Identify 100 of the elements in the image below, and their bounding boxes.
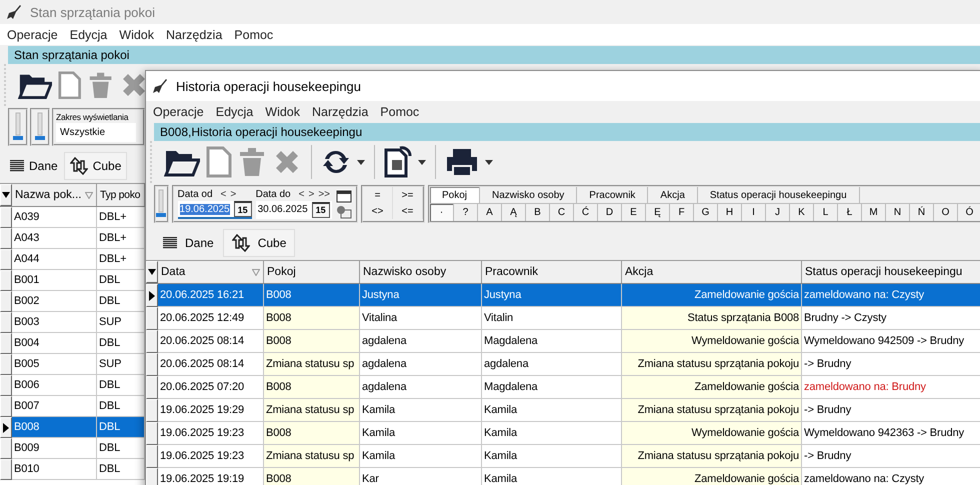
table-cell[interactable]: 20.06.2025 07:20 (158, 376, 264, 399)
column-header[interactable]: Data (158, 261, 264, 283)
menu-item[interactable]: Edycja (64, 28, 112, 42)
table-cell[interactable]: DBL (97, 417, 145, 438)
view-tab[interactable]: Cube (222, 229, 296, 257)
calendar-button[interactable]: 15 (234, 201, 252, 217)
table-cell[interactable]: B008 (12, 417, 97, 438)
menu-item[interactable]: Widok (114, 28, 159, 42)
table-cell[interactable]: B008 (264, 307, 360, 330)
range-field[interactable]: Wszystkie (56, 123, 136, 142)
calendar-button[interactable]: 15 (312, 202, 330, 218)
filter-tab[interactable]: Pokoj (430, 187, 480, 203)
table-cell[interactable]: Vitalin (482, 307, 622, 330)
table-cell[interactable]: 20.06.2025 08:14 (158, 353, 264, 376)
table-cell[interactable]: A044 (12, 249, 97, 270)
table-cell[interactable]: 19.06.2025 19:29 (158, 399, 264, 422)
table-cell[interactable]: Kar (360, 468, 482, 485)
table-cell[interactable]: Justyna (360, 284, 482, 307)
table-cell[interactable]: DBL+ (97, 207, 145, 228)
table-cell[interactable]: DBL+ (97, 228, 145, 249)
column-header[interactable]: Pokoj (264, 261, 360, 283)
table-cell[interactable]: Zameldowanie gościa (622, 284, 802, 307)
table-cell[interactable]: B009 (12, 438, 97, 459)
nav-button[interactable]: > (306, 189, 316, 200)
dropdown-triangle-icon[interactable] (148, 269, 156, 275)
table-cell[interactable]: B004 (12, 333, 97, 354)
table-cell[interactable]: DBL (97, 333, 145, 354)
table-cell[interactable]: Kamila (482, 422, 622, 445)
table-cell[interactable]: DBL (97, 375, 145, 396)
printer-icon[interactable] (445, 147, 479, 177)
table-cell[interactable]: Kamila (360, 399, 482, 422)
table-cell[interactable]: Wymeldowanie gościa (622, 330, 802, 353)
table-cell[interactable]: Kamila (482, 468, 622, 485)
table-cell[interactable]: B008 (264, 284, 360, 307)
table-cell[interactable]: B005 (12, 354, 97, 375)
table-cell[interactable]: 19.06.2025 19:19 (158, 468, 264, 485)
table-cell[interactable]: Wymeldowanie gościa (622, 422, 802, 445)
table-cell[interactable]: Zmiana statusu sp (264, 353, 360, 376)
table-cell[interactable]: Zmiana statusu sprzątania pokoju (622, 445, 802, 468)
nav-button[interactable]: < (296, 189, 306, 200)
table-cell[interactable]: A043 (12, 228, 97, 249)
column-header[interactable]: Status operacji housekeepingu (802, 261, 980, 283)
table-cell[interactable]: 20.06.2025 16:21 (158, 284, 264, 307)
table-cell[interactable]: 20.06.2025 08:14 (158, 330, 264, 353)
table-cell[interactable]: DBL (97, 438, 145, 459)
menu-item[interactable]: Narzędzia (161, 28, 228, 42)
menu-item[interactable]: Widok (260, 104, 305, 118)
nav-button[interactable]: > (228, 189, 238, 200)
calendar-icon[interactable] (336, 189, 352, 203)
menu-item[interactable]: Narzędzia (307, 104, 374, 118)
table-cell[interactable]: B003 (12, 312, 97, 333)
export-icon[interactable] (384, 146, 412, 178)
column-header[interactable]: Pracownik (482, 261, 622, 283)
menu-item[interactable]: Pomoc (375, 104, 424, 118)
table-cell[interactable]: Kamila (360, 422, 482, 445)
row-header[interactable] (0, 184, 12, 206)
table-cell[interactable]: Magdalena (482, 330, 622, 353)
table-cell[interactable]: B007 (12, 396, 97, 417)
table-key-icon[interactable] (336, 205, 352, 219)
table-cell[interactable]: B010 (12, 459, 97, 480)
slider-icon[interactable] (13, 112, 23, 142)
nav-button[interactable]: >> (316, 189, 332, 200)
slider-icon[interactable] (156, 189, 166, 219)
column-header[interactable]: Akcja (622, 261, 802, 283)
table-cell[interactable]: 19.06.2025 19:23 (158, 422, 264, 445)
table-cell[interactable]: DBL (97, 396, 145, 417)
letter-button[interactable]: · (430, 204, 454, 221)
document-icon[interactable] (58, 70, 82, 100)
dropdown-triangle-icon[interactable] (2, 192, 10, 198)
table-cell[interactable]: SUP (97, 354, 145, 375)
table-cell[interactable]: A039 (12, 207, 97, 228)
menu-item[interactable]: Operacje (148, 104, 209, 118)
table-cell[interactable]: agdalena (482, 353, 622, 376)
table-cell[interactable]: B008 (264, 468, 360, 485)
caret-icon[interactable] (418, 160, 426, 164)
menu-item[interactable]: Operacje (2, 28, 63, 42)
table-cell[interactable]: Kamila (482, 445, 622, 468)
table-cell[interactable]: Zmiana statusu sp (264, 445, 360, 468)
menu-item[interactable]: Pomoc (229, 28, 278, 42)
table-cell[interactable]: Zameldowanie gościa (622, 376, 802, 399)
table-cell[interactable]: Zmiana statusu sp (264, 399, 360, 422)
row-header[interactable] (0, 417, 12, 438)
view-tab[interactable]: Cube (64, 152, 128, 180)
table-cell[interactable]: Vitalina (360, 307, 482, 330)
table-cell[interactable]: DBL+ (97, 249, 145, 270)
column-header[interactable]: Nazwisko osoby (360, 261, 482, 283)
table-cell[interactable]: agdalena (360, 330, 482, 353)
document-icon[interactable] (206, 146, 232, 178)
row-header[interactable] (146, 284, 158, 307)
caret-icon[interactable] (485, 160, 493, 164)
table-cell[interactable]: Status sprzątania B008 (622, 307, 802, 330)
table-cell[interactable]: Kamila (360, 445, 482, 468)
table-cell[interactable]: Kamila (482, 399, 622, 422)
table-cell[interactable]: B008 (264, 330, 360, 353)
caret-icon[interactable] (357, 160, 365, 164)
table-cell[interactable]: Justyna (482, 284, 622, 307)
table-cell[interactable]: B008 (264, 422, 360, 445)
date-field[interactable]: 30.06.2025 15 (256, 201, 332, 219)
table-cell[interactable]: DBL (97, 459, 145, 480)
date-field[interactable]: 19.06.2025 15 (178, 201, 252, 219)
